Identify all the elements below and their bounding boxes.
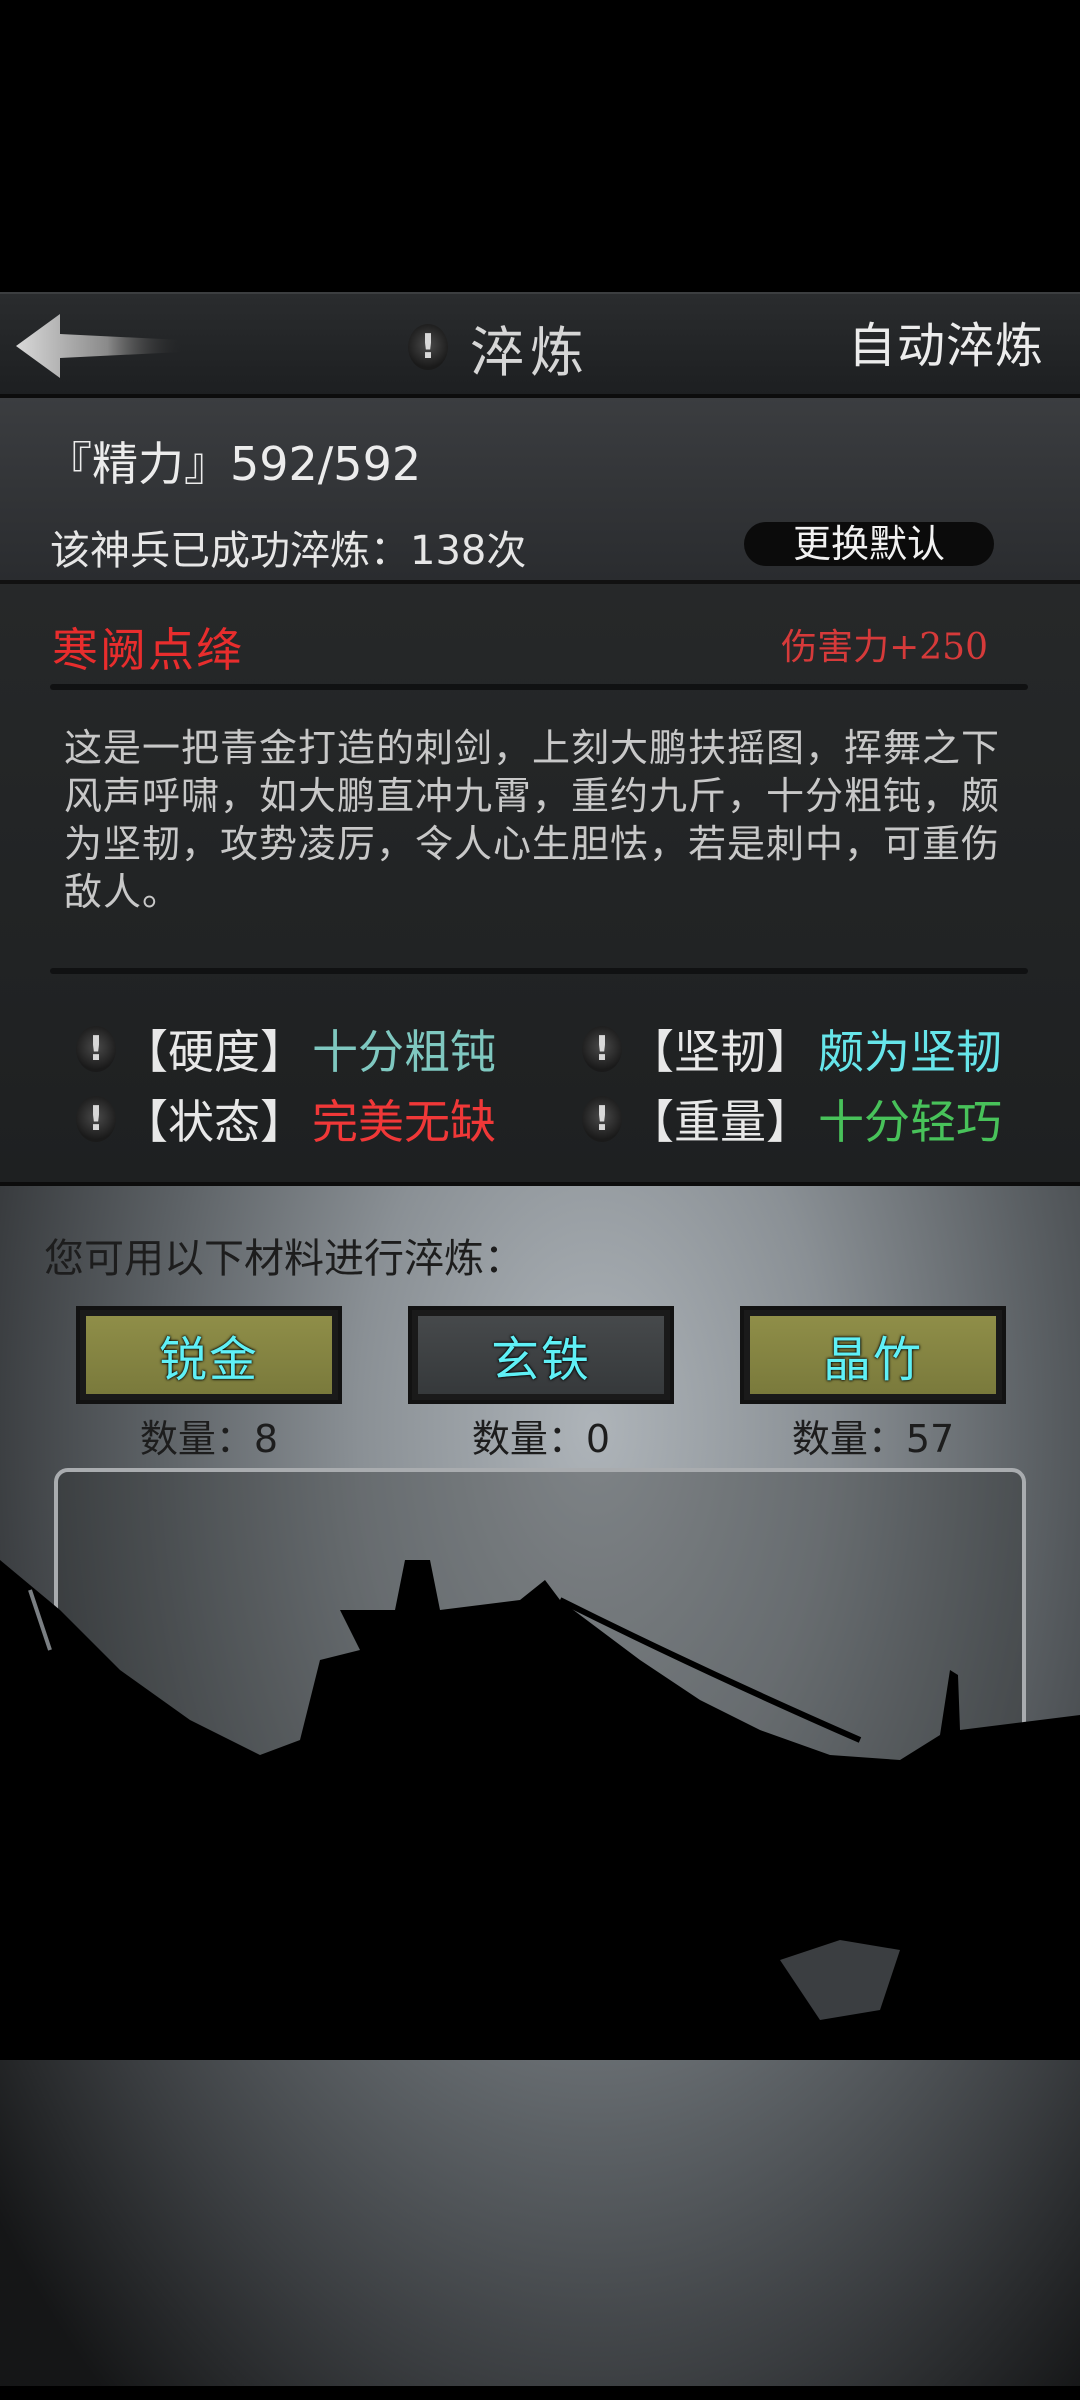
info-icon[interactable]: ! bbox=[76, 1096, 116, 1142]
material-button-ruijin[interactable]: 锐金 bbox=[76, 1306, 342, 1404]
material-label: 晶竹 bbox=[750, 1316, 996, 1394]
temple-silhouette-image bbox=[0, 1560, 1080, 2060]
info-icon[interactable]: ! bbox=[76, 1026, 116, 1072]
attribute-label: 【硬度】 bbox=[122, 1025, 306, 1079]
attribute-label: 【状态】 bbox=[122, 1095, 306, 1149]
header-bar: ! 淬炼 自动淬炼 bbox=[0, 292, 1080, 398]
auto-forge-button[interactable]: 自动淬炼 bbox=[848, 314, 1044, 378]
arrow-left-icon bbox=[16, 314, 182, 378]
material-label: 锐金 bbox=[86, 1316, 332, 1394]
weapon-name: 寒阙点绛 bbox=[52, 623, 244, 677]
attribute-value: 完美无缺 bbox=[312, 1095, 496, 1149]
attribute-label: 【坚韧】 bbox=[628, 1025, 812, 1079]
attribute-label: 【重量】 bbox=[628, 1095, 812, 1149]
energy-panel: 『精力』592/592 该神兵已成功淬炼：138次 更换默认 bbox=[0, 398, 1080, 584]
divider bbox=[50, 968, 1028, 974]
material-count: 数量：8 bbox=[139, 1417, 279, 1461]
info-icon[interactable]: ! bbox=[408, 324, 448, 370]
attribute-toughness: ! 【坚韧】 颇为坚韧 bbox=[582, 1016, 1002, 1082]
title-group: ! 淬炼 bbox=[408, 312, 590, 384]
energy-readout: 『精力』592/592 bbox=[46, 428, 421, 494]
material-count: 数量：57 bbox=[791, 1417, 955, 1461]
info-icon[interactable]: ! bbox=[582, 1096, 622, 1142]
materials-prompt: 您可用以下材料进行淬炼： bbox=[44, 1236, 524, 1282]
material-count: 数量：0 bbox=[471, 1417, 611, 1461]
back-button[interactable] bbox=[14, 310, 184, 382]
energy-label: 『精力』 bbox=[46, 437, 230, 491]
forge-screen: ! 淬炼 自动淬炼 『精力』592/592 该神兵已成功淬炼：138次 更换默认… bbox=[0, 0, 1080, 2400]
energy-value: 592/592 bbox=[230, 437, 422, 491]
page-title: 淬炼 bbox=[470, 320, 590, 384]
change-default-button[interactable]: 更换默认 bbox=[744, 522, 994, 566]
weapon-panel: 寒阙点绛 伤害力+250 这是一把青金打造的刺剑，上刻大鹏扶摇图，挥舞之下风声呼… bbox=[0, 584, 1080, 1186]
material-button-xuantie[interactable]: 玄铁 bbox=[408, 1306, 674, 1404]
material-button-jingzhu[interactable]: 晶竹 bbox=[740, 1306, 1006, 1404]
attribute-value: 十分粗钝 bbox=[312, 1025, 496, 1079]
attribute-value: 颇为坚韧 bbox=[818, 1025, 1002, 1079]
weapon-description: 这是一把青金打造的刺剑，上刻大鹏扶摇图，挥舞之下风声呼啸，如大鹏直冲九霄，重约九… bbox=[64, 726, 1001, 914]
attribute-weight: ! 【重量】 十分轻巧 bbox=[582, 1086, 1002, 1152]
info-icon[interactable]: ! bbox=[582, 1026, 622, 1072]
attribute-hardness: ! 【硬度】 十分粗钝 bbox=[76, 1016, 496, 1082]
attribute-value: 十分轻巧 bbox=[818, 1095, 1002, 1149]
forge-count-text: 该神兵已成功淬炼：138次 bbox=[50, 528, 527, 574]
material-label: 玄铁 bbox=[418, 1316, 664, 1394]
attribute-condition: ! 【状态】 完美无缺 bbox=[76, 1086, 496, 1152]
weapon-damage: 伤害力+250 bbox=[781, 627, 988, 668]
divider bbox=[50, 684, 1028, 690]
